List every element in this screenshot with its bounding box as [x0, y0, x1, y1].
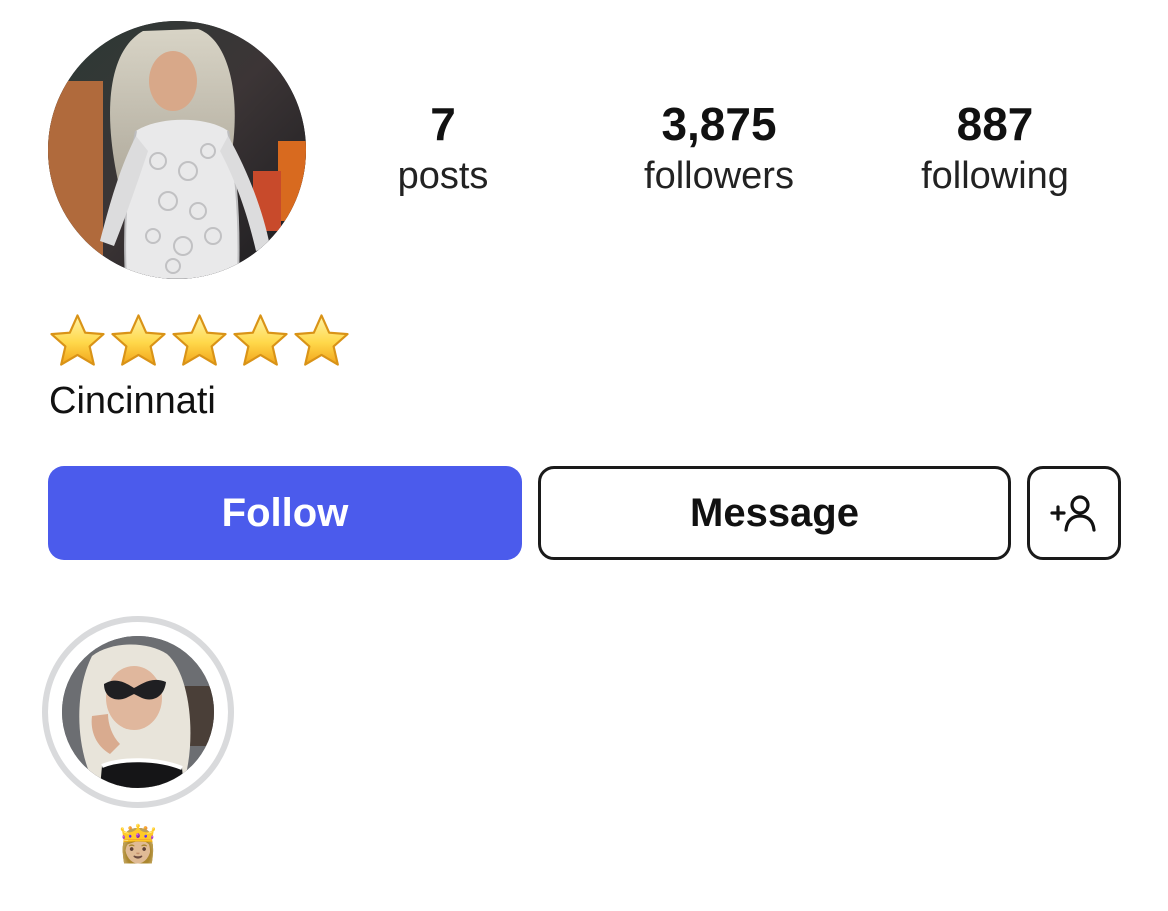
follow-button-label: Follow [221, 490, 349, 535]
bio-location: Cincinnati [49, 380, 216, 422]
star-icon [172, 314, 227, 366]
profile-page: 7 posts 3,875 followers 887 following Ci… [0, 0, 1168, 911]
posts-label: posts [397, 155, 489, 197]
stat-followers[interactable]: 3,875 followers [599, 96, 839, 200]
profile-avatar[interactable] [48, 21, 306, 279]
highlight-title: 👸🏼 [115, 823, 161, 864]
followers-count: 3,875 [661, 98, 777, 150]
following-count: 887 [956, 98, 1034, 150]
story-highlight[interactable] [42, 616, 234, 808]
add-person-icon [1050, 495, 1096, 532]
avatar-photo [48, 21, 306, 279]
star-icon [233, 314, 288, 366]
stat-following[interactable]: 887 following [875, 96, 1115, 200]
highlight-photo [62, 636, 214, 788]
suggest-people-button[interactable] [1027, 466, 1121, 560]
stat-posts[interactable]: 7 posts [323, 96, 563, 200]
star-icon [50, 314, 105, 366]
star-icon [111, 314, 166, 366]
follow-button[interactable]: Follow [48, 466, 522, 560]
posts-count: 7 [430, 98, 456, 150]
followers-label: followers [644, 155, 794, 197]
message-button-label: Message [690, 490, 859, 535]
highlight-cover [62, 636, 214, 788]
bio-stars [48, 312, 351, 370]
message-button[interactable]: Message [538, 466, 1011, 560]
following-label: following [921, 155, 1069, 197]
star-icon [294, 314, 349, 366]
